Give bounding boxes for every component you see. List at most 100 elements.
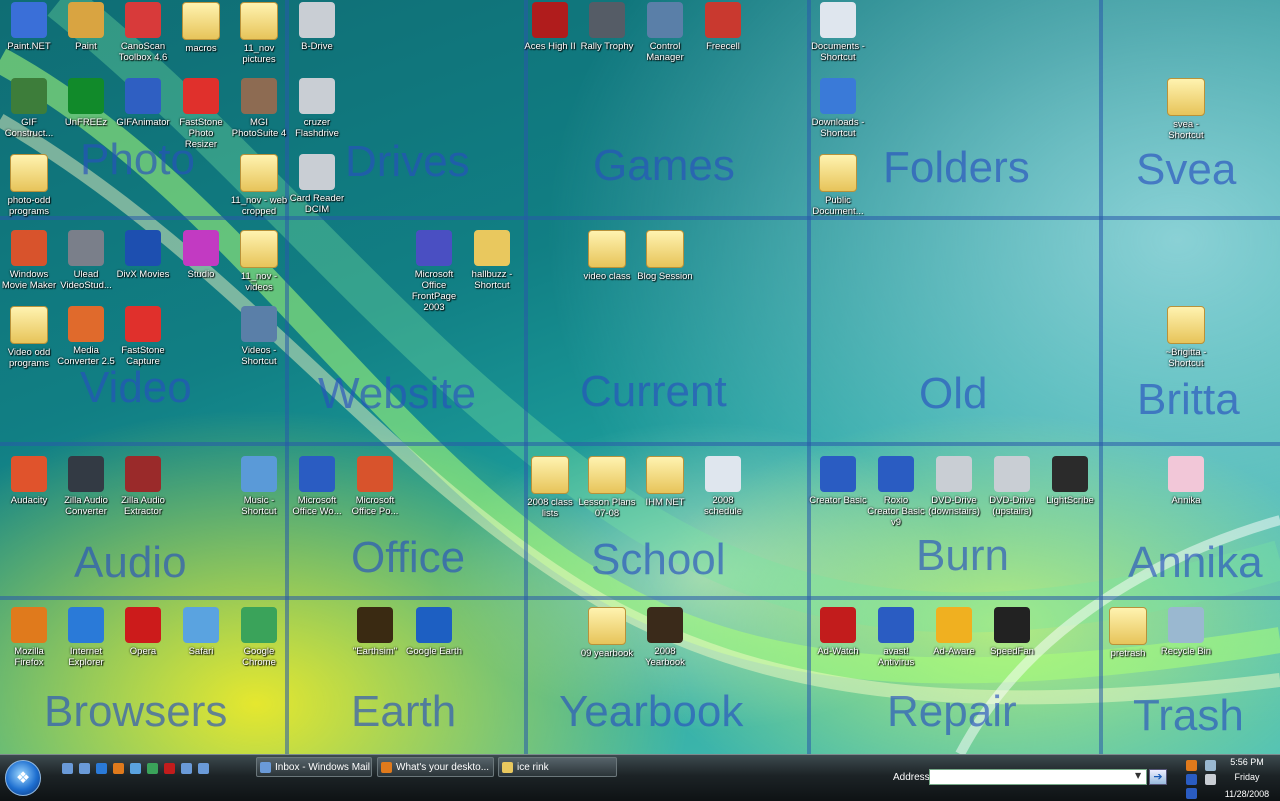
desktop-icon[interactable]: avast! Antivirus bbox=[867, 607, 925, 668]
volume-icon[interactable] bbox=[1205, 774, 1216, 785]
desktop-icon[interactable]: Windows Movie Maker bbox=[0, 230, 58, 291]
desktop-icon-label: Microsoft Office Po... bbox=[351, 495, 399, 517]
bluetooth-icon[interactable] bbox=[1186, 788, 1197, 799]
desktop-icon[interactable]: DVD-Drive (downstairs) bbox=[925, 456, 983, 517]
desktop-icon[interactable]: CanoScan Toolbox 4.6 bbox=[114, 2, 172, 63]
start-button[interactable]: ❖ bbox=[5, 760, 41, 796]
desktop-icon[interactable]: Recycle Bin bbox=[1157, 607, 1215, 657]
desktop-icon[interactable]: Mozilla Firefox bbox=[0, 607, 58, 668]
desktop-icon[interactable]: IHM NET bbox=[636, 456, 694, 508]
folder-icon bbox=[588, 230, 626, 268]
desktop-icon[interactable]: svea - Shortcut bbox=[1157, 78, 1215, 141]
music-icon bbox=[241, 456, 277, 492]
acrobat-icon[interactable] bbox=[164, 763, 175, 774]
avast-tray-icon[interactable] bbox=[1186, 774, 1197, 785]
taskbar-window-button[interactable]: Inbox - Windows Mail bbox=[256, 757, 372, 777]
desktop-icon[interactable]: hallbuzz - Shortcut bbox=[463, 230, 521, 291]
desktop-icon[interactable]: B-Drive bbox=[288, 2, 346, 52]
desktop-icon[interactable]: "Earthsim" bbox=[346, 607, 404, 657]
chevron-down-icon[interactable]: ▼ bbox=[1135, 771, 1141, 780]
desktop-icon[interactable]: GIFAnimator bbox=[114, 78, 172, 128]
desktop-icon[interactable]: DivX Movies bbox=[114, 230, 172, 280]
desktop-icon[interactable]: cruzer Flashdrive bbox=[288, 78, 346, 139]
switch-windows-icon[interactable] bbox=[79, 763, 90, 774]
desktop-icon[interactable]: Zilla Audio Converter bbox=[57, 456, 115, 517]
taskbar-window-button[interactable]: ice rink bbox=[498, 757, 617, 777]
zone-label: Burn bbox=[916, 531, 1009, 580]
desktop-icon[interactable]: photo-odd programs bbox=[0, 154, 58, 217]
desktop-icon[interactable]: 11_nov pictures bbox=[230, 2, 288, 65]
firefox-icon[interactable] bbox=[113, 763, 124, 774]
desktop-icon[interactable]: Blog Session bbox=[636, 230, 694, 282]
desktop-icon[interactable]: UnFREEz bbox=[57, 78, 115, 128]
desktop-icon[interactable]: Ulead VideoStud... bbox=[57, 230, 115, 291]
desktop-icon[interactable]: Zilla Audio Extractor bbox=[114, 456, 172, 517]
desktop-icon[interactable]: Video odd programs bbox=[0, 306, 58, 369]
desktop-icon[interactable]: Google Earth bbox=[405, 607, 463, 657]
desktop-icon[interactable]: Control Manager bbox=[636, 2, 694, 63]
desktop-icon[interactable]: Downloads - Shortcut bbox=[809, 78, 867, 139]
desktop-icon[interactable]: Ad-Watch bbox=[809, 607, 867, 657]
desktop-icon[interactable]: Music - Shortcut bbox=[230, 456, 288, 517]
desktop-icon[interactable]: Paint bbox=[57, 2, 115, 52]
globe-icon[interactable] bbox=[130, 763, 141, 774]
desktop-icon[interactable]: Audacity bbox=[0, 456, 58, 506]
calendar-icon[interactable] bbox=[198, 763, 209, 774]
taskbar-window-button[interactable]: What's your deskto... bbox=[377, 757, 494, 777]
desktop-icon[interactable]: Freecell bbox=[694, 2, 752, 52]
desktop-icon[interactable]: Internet Explorer bbox=[57, 607, 115, 668]
speedfan-tray-icon[interactable] bbox=[1186, 760, 1197, 771]
desktop-icon[interactable]: Paint.NET bbox=[0, 2, 58, 52]
network-icon[interactable] bbox=[1205, 760, 1216, 771]
desktop-icon[interactable]: Public Document... bbox=[809, 154, 867, 217]
desktop-icon[interactable]: FastStone Capture bbox=[114, 306, 172, 367]
desktop-icon[interactable]: Ad-Aware bbox=[925, 607, 983, 657]
desktop-icon[interactable]: 2008 schedule bbox=[694, 456, 752, 517]
desktop-icon[interactable]: 09 yearbook bbox=[578, 607, 636, 659]
desktop-icon-label: FastStone Capture bbox=[121, 345, 165, 367]
clock-day[interactable]: Friday bbox=[1217, 772, 1277, 782]
desktop-icon[interactable]: Videos - Shortcut bbox=[230, 306, 288, 367]
opera-icon bbox=[125, 607, 161, 643]
chrome-icon[interactable] bbox=[147, 763, 158, 774]
ie-icon[interactable] bbox=[96, 763, 107, 774]
desktop-icon[interactable]: 2008 Yearbook bbox=[636, 607, 694, 668]
desktop-icon[interactable]: Rally Trophy bbox=[578, 2, 636, 52]
desktop-icon[interactable]: Lesson Plans 07-08 bbox=[578, 456, 636, 519]
address-input[interactable] bbox=[929, 769, 1147, 785]
help-icon[interactable] bbox=[181, 763, 192, 774]
desktop-icon-label: 2008 schedule bbox=[703, 495, 743, 517]
desktop-icon[interactable]: Microsoft Office Wo... bbox=[288, 456, 346, 517]
desktop-icon[interactable]: 11_nov - web cropped bbox=[230, 154, 288, 217]
desktop-icon[interactable]: 11_nov - videos bbox=[230, 230, 288, 293]
desktop-icon[interactable]: 2008 class lists bbox=[521, 456, 579, 519]
show-desktop-icon[interactable] bbox=[62, 763, 73, 774]
desktop-icon-label: pretrash bbox=[1110, 648, 1146, 659]
desktop-icon[interactable]: FastStone Photo Resizer bbox=[172, 78, 230, 150]
desktop-icon[interactable]: Card Reader DCIM bbox=[288, 154, 346, 215]
desktop-icon[interactable]: DVD-Drive (upstairs) bbox=[983, 456, 1041, 517]
desktop-icon[interactable]: Studio bbox=[172, 230, 230, 280]
desktop-icon[interactable]: macros bbox=[172, 2, 230, 54]
clock-time[interactable]: 5:56 PM bbox=[1217, 757, 1277, 767]
desktop-icon[interactable]: MGI PhotoSuite 4 bbox=[230, 78, 288, 139]
desktop-icon[interactable]: LightScribe bbox=[1041, 456, 1099, 506]
desktop-icon[interactable]: SpeedFan bbox=[983, 607, 1041, 657]
desktop-icon[interactable]: pretrash bbox=[1099, 607, 1157, 659]
go-button[interactable]: ➔ bbox=[1149, 769, 1167, 785]
desktop-icon[interactable]: ~Brigitta - Shortcut bbox=[1157, 306, 1215, 369]
desktop-icon[interactable]: Google Chrome bbox=[230, 607, 288, 668]
desktop-icon[interactable]: Opera bbox=[114, 607, 172, 657]
desktop-icon[interactable]: Roxio Creator Basic v9 bbox=[867, 456, 925, 528]
desktop-icon[interactable]: GIF Construct... bbox=[0, 78, 58, 139]
desktop-icon[interactable]: Safari bbox=[172, 607, 230, 657]
desktop-icon[interactable]: Annika bbox=[1157, 456, 1215, 506]
desktop-icon[interactable]: Documents - Shortcut bbox=[809, 2, 867, 63]
desktop-icon[interactable]: Media Converter 2.5 bbox=[57, 306, 115, 367]
desktop-icon[interactable]: Microsoft Office Po... bbox=[346, 456, 404, 517]
desktop-icon[interactable]: Aces High II bbox=[521, 2, 579, 52]
desktop-icon[interactable]: video class bbox=[578, 230, 636, 282]
clock-date[interactable]: 11/28/2008 bbox=[1217, 789, 1277, 799]
desktop-icon[interactable]: Creator Basic bbox=[809, 456, 867, 506]
desktop-icon[interactable]: Microsoft Office FrontPage 2003 bbox=[405, 230, 463, 313]
